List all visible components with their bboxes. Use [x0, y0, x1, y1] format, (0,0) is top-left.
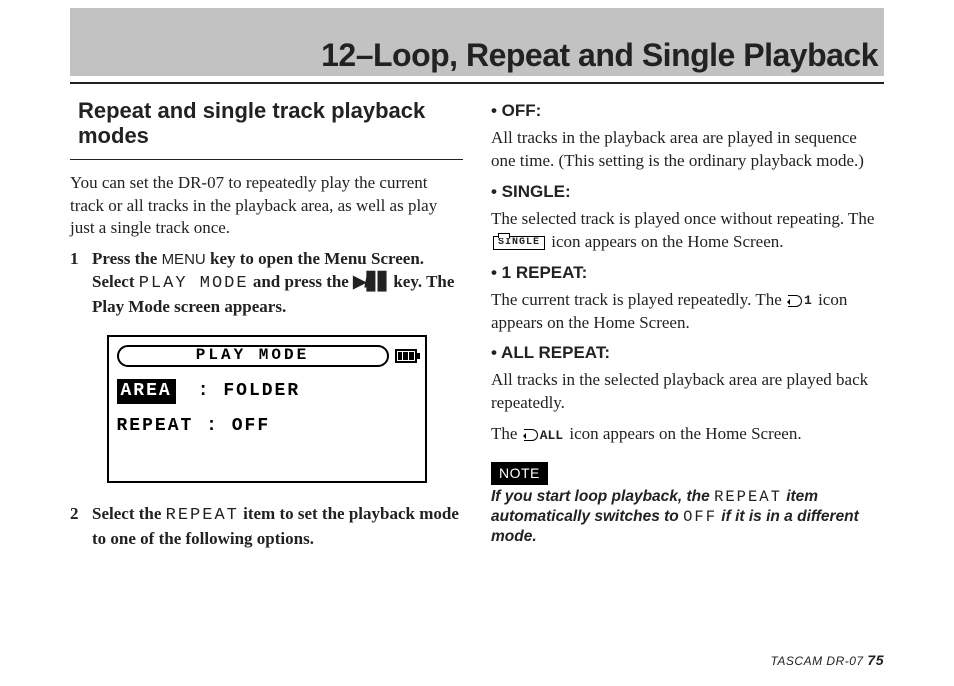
off-mono: OFF [683, 508, 717, 526]
lcd-screen: PLAY MODE AREA : FOLDER REPEAT [107, 335, 427, 483]
repeat-suffix: 1 [804, 292, 812, 310]
intro-paragraph: You can set the DR-07 to repeatedly play… [70, 172, 463, 241]
lcd-sep: : [198, 379, 211, 403]
repeat-1-icon: 1 [788, 292, 812, 310]
repeat-mono: REPEAT [714, 488, 782, 506]
lcd-area-value: FOLDER [223, 379, 300, 403]
option-allrepeat-head: • ALL REPEAT: [491, 342, 884, 365]
lcd-title: PLAY MODE [117, 345, 389, 367]
play-mode-mono: PLAY MODE [139, 274, 249, 293]
text: The current track is played repeatedly. … [491, 290, 786, 309]
text: The selected track is played once withou… [491, 209, 874, 228]
two-column-layout: Repeat and single track playback modes Y… [70, 94, 884, 557]
menu-key-label: MENU [162, 251, 206, 268]
option-allrepeat-body1: All tracks in the selected playback area… [491, 369, 884, 415]
text: The [491, 424, 522, 443]
repeat-suffix: ALL [540, 427, 563, 445]
lcd-repeat-value: OFF [232, 414, 270, 438]
option-1repeat-body: The current track is played repeatedly. … [491, 289, 884, 335]
text: and press the [249, 272, 354, 291]
option-1repeat-head: • 1 REPEAT: [491, 262, 884, 285]
lcd-row-area: AREA : FOLDER [117, 379, 417, 403]
play-pause-icon: ▶/▋▋ [353, 272, 389, 291]
text: Select the [92, 504, 166, 523]
repeat-all-icon: ALL [524, 427, 563, 445]
step-1: 1 Press the MENU key to open the Menu Sc… [70, 248, 463, 319]
section-rule [70, 159, 463, 160]
section-heading: Repeat and single track playback modes [70, 94, 463, 155]
step-number: 2 [70, 503, 92, 551]
option-off-head: • OFF: [491, 100, 884, 123]
option-single-body: The selected track is played once withou… [491, 208, 884, 254]
lcd-sep: : [206, 414, 219, 438]
chapter-title: 12–Loop, Repeat and Single Playback [321, 37, 878, 74]
lcd-figure: PLAY MODE AREA : FOLDER REPEAT [70, 335, 463, 483]
lcd-header: PLAY MODE [117, 343, 417, 369]
single-icon: SINGLE [493, 236, 545, 250]
manual-page: 12–Loop, Repeat and Single Playback Repe… [0, 0, 954, 686]
repeat-mono: REPEAT [166, 506, 239, 525]
chapter-banner: 12–Loop, Repeat and Single Playback [70, 8, 884, 76]
note-badge: NOTE [491, 462, 548, 485]
step-body: Select the REPEAT item to set the playba… [92, 503, 463, 551]
step-2: 2 Select the REPEAT item to set the play… [70, 503, 463, 551]
option-off-body: All tracks in the playback area are play… [491, 127, 884, 173]
right-column: • OFF: All tracks in the playback area a… [491, 94, 884, 557]
text: icon appears on the Home Screen. [565, 424, 802, 443]
battery-icon [395, 349, 417, 363]
text: Press the [92, 249, 162, 268]
footer-model: TASCAM DR-07 [770, 654, 867, 668]
left-column: Repeat and single track playback modes Y… [70, 94, 463, 557]
option-allrepeat-body2: The ALL icon appears on the Home Screen. [491, 423, 884, 446]
step-number: 1 [70, 248, 92, 319]
page-number: 75 [867, 652, 884, 668]
step-body: Press the MENU key to open the Menu Scre… [92, 248, 463, 319]
banner-rule [70, 82, 884, 84]
page-footer: TASCAM DR-07 75 [770, 652, 884, 668]
lcd-repeat-label: REPEAT [117, 414, 194, 438]
lcd-row-repeat: REPEAT : OFF [117, 414, 417, 438]
option-single-head: • SINGLE: [491, 181, 884, 204]
text: icon appears on the Home Screen. [547, 232, 784, 251]
lcd-area-label: AREA [117, 379, 176, 403]
text: If you start loop playback, the [491, 488, 714, 505]
note-text: If you start loop playback, the REPEAT i… [491, 487, 884, 547]
